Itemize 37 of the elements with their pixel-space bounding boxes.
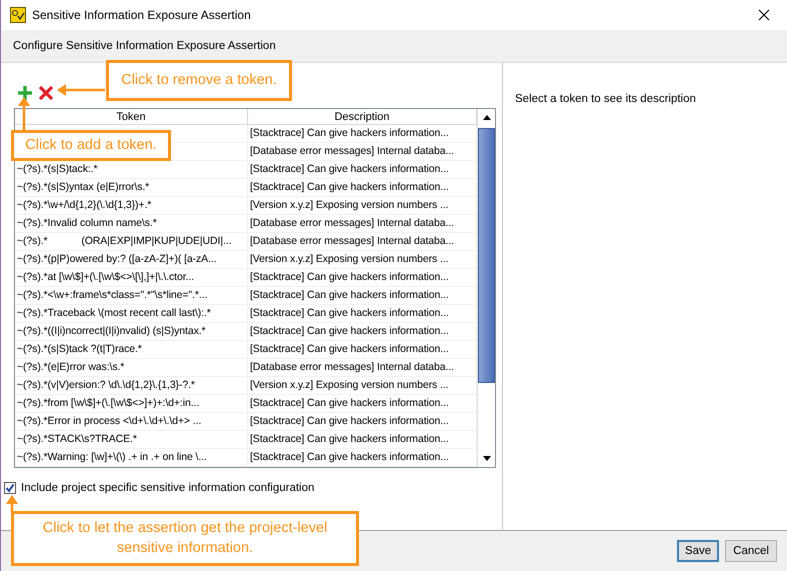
callout: Click to let the assertion get the project-level sensitive information. — [11, 511, 359, 566]
token-cell: ~(?s).*from [\w\$]+(\.[\w\$<>]+)+:\d+:in... — [15, 395, 248, 412]
token-cell: ~(?s).*<\w+:frame\s*class=".*"\s*line=".*... — [15, 287, 248, 304]
token-cell: ~(?s).*Warning: [\w]+\(\) .+ in .+ on line \... — [15, 449, 248, 466]
app-icon — [10, 7, 26, 23]
dialog-header: Configure Sensitive Information Exposure Assertion — [13, 40, 276, 52]
token-cell: ~(?s).*(s|S)tack ?(t|T)race.* — [15, 341, 248, 358]
callout: Click to remove a token. — [106, 60, 292, 101]
callout-arrow — [57, 82, 107, 98]
description-text: Select a token to see its description — [515, 93, 696, 105]
scroll-down-icon[interactable] — [482, 456, 490, 461]
token-cell: ~(?s).*STACK\s?TRACE.* — [15, 431, 248, 448]
token-cell: ~(?s).*(p|P)owered by:? ([a-zA-Z]+)( [a-zA... — [15, 251, 248, 268]
save-button[interactable]: Save — [676, 540, 720, 562]
token-cell: ~(?s).*(e|E)rror was:\s.* — [15, 359, 248, 376]
token-cell: ~(?s).*Invalid column name\s.* — [15, 215, 248, 232]
delete-icon[interactable] — [38, 85, 54, 101]
token-cell: ~(?s).*((I|i)ncorrect|(I|i)nvalid) (s|S)yntax.* — [15, 323, 248, 340]
token-cell: ~(?s).*\w+/\d{1,2}(\.\d{1,3})+.* — [15, 197, 248, 214]
column-header[interactable]: Token — [15, 109, 248, 124]
add-icon[interactable] — [17, 85, 33, 101]
token-cell: ~(?s).*Error in process <\d+\.\d+\.\d+> ... — [15, 413, 248, 430]
token-cell: ~(?s).*(v|V)ersion:? \d\.\d{1,2}\.{1,3}-?.* — [15, 377, 248, 394]
window-title: Sensitive Information Exposure Assertion — [32, 8, 252, 22]
callout-arrow — [6, 495, 18, 512]
check-icon — [5, 483, 15, 493]
token-cell: ~(?s).* (ORA|EXP|IMP|KUP|UDE|UDI|... — [15, 233, 248, 250]
callout-arrow — [18, 97, 30, 133]
token-cell: ~(?s).*(s|S)yntax (e|E)rror\s.* — [15, 179, 248, 196]
scroll-up-icon[interactable] — [482, 115, 490, 120]
token-cell: ~(?s).*Traceback \(most recent call last\):.* — [15, 305, 248, 322]
token-cell: ~(?s).*at [\w\$]+(\.[\w\$<>\[\],]+|\.\.ctor... — [15, 269, 248, 286]
cancel-button[interactable]: Cancel — [725, 540, 777, 562]
scrollbar[interactable] — [477, 109, 495, 467]
include-checkbox[interactable]: Include project specific sensitive information configuration — [4, 482, 502, 494]
callout: Click to add a token. — [11, 130, 171, 161]
close-icon — [758, 9, 770, 21]
